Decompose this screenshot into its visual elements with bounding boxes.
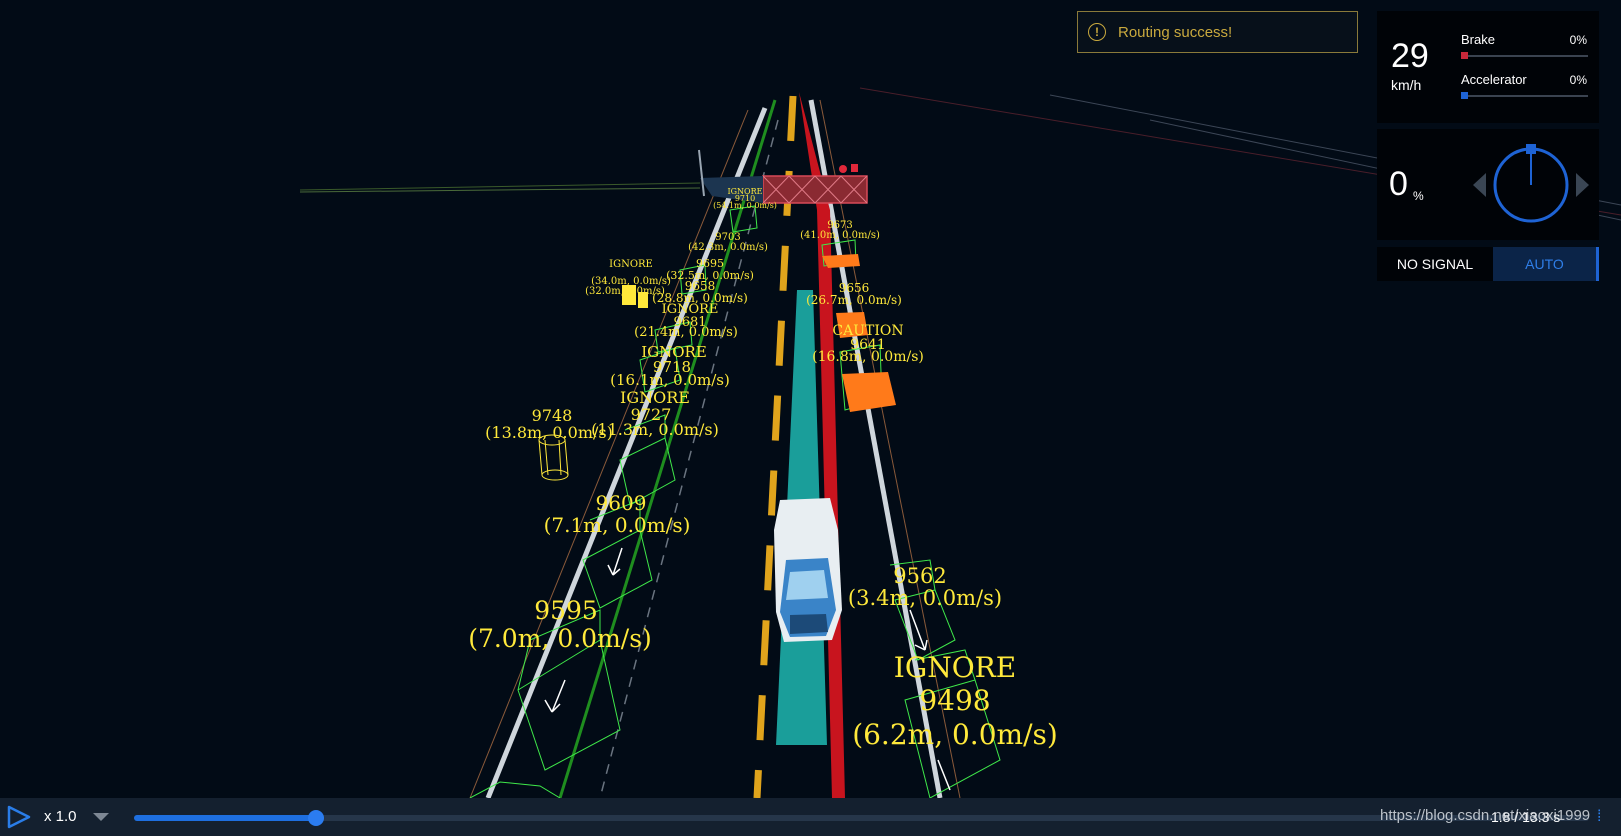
brake-meter [1461, 52, 1588, 59]
obstacle-label-9595: 9595 (7.0m, 0.0m/s) [468, 596, 652, 653]
accelerator-level-indicator [1461, 92, 1468, 99]
playback-rate[interactable]: x 1.0 [44, 808, 77, 825]
obstacle-label-9748: 9748 (13.8m, 0.0m/s) [485, 406, 613, 442]
notification-text: Routing success! [1118, 23, 1233, 41]
speed-value: 29 [1391, 37, 1429, 75]
driving-mode-badge[interactable]: AUTO [1493, 247, 1599, 281]
brake-percent: 0% [1569, 33, 1587, 47]
obstacle-label-cluster: IGNORE (34.0m, 0.0m/s) (32.0m, 0.0m/s) [585, 259, 671, 297]
obstacle-label-9703: 9703 (42.3m, 0.0m/s) [688, 232, 768, 253]
ego-vehicle [774, 498, 842, 642]
steering-wheel-icon [1473, 144, 1589, 223]
brake-level-indicator [1461, 52, 1468, 59]
progress-slider[interactable] [134, 810, 1589, 826]
obstacle-label-9718: IGNORE 9718 (16.1m, 0.0m/s) [610, 343, 730, 389]
brake-label: Brake [1461, 32, 1495, 47]
accelerator-label: Accelerator [1461, 72, 1527, 87]
accelerator-meter [1461, 92, 1588, 99]
menu-icon[interactable]: ⁞ [1597, 808, 1601, 826]
steering-panel: 0 % [1377, 129, 1599, 240]
turn-right-icon [1576, 173, 1589, 197]
warning-circle-icon: ! [1088, 23, 1106, 41]
speed-panel: 29 km/h Brake 0% Accelerator 0% [1377, 11, 1599, 123]
signal-status: NO SIGNAL [1377, 247, 1493, 281]
steering-value: 0 [1389, 165, 1408, 203]
progress-handle[interactable] [307, 810, 324, 826]
progress-fill [134, 815, 316, 821]
velocity-arrows [544, 547, 951, 791]
obstacle-label-9681: IGNORE 9681 (21.4m, 0.0m/s) [634, 302, 738, 340]
obstacle-label-9498: IGNORE 9498 (6.2m, 0.0m/s) [852, 651, 1058, 751]
watermark-text: https://blog.csdn.net/xiaoxi1999 [1380, 807, 1591, 824]
chevron-down-icon[interactable] [93, 813, 109, 821]
turn-left-icon [1473, 173, 1486, 197]
accelerator-percent: 0% [1569, 73, 1587, 87]
driving-status-bar: NO SIGNAL AUTO [1377, 247, 1599, 281]
obstacle-label-9609: 9609 (7.1m, 0.0m/s) [544, 491, 691, 537]
routing-notification: ! Routing success! [1077, 11, 1358, 53]
obstacle-label-9673: 9673 (41.0m, 0.0m/s) [800, 220, 880, 241]
playback-bar: x 1.0 1.8 / 13.3 s https://blog.csdn.net… [0, 798, 1621, 836]
steering-unit: % [1413, 189, 1424, 203]
play-icon[interactable] [6, 805, 32, 829]
obstacle-label-9562: 9562 (3.4m, 0.0m/s) [848, 564, 1002, 610]
speed-unit: km/h [1391, 77, 1422, 93]
crosswalk-barrier [698, 149, 868, 204]
